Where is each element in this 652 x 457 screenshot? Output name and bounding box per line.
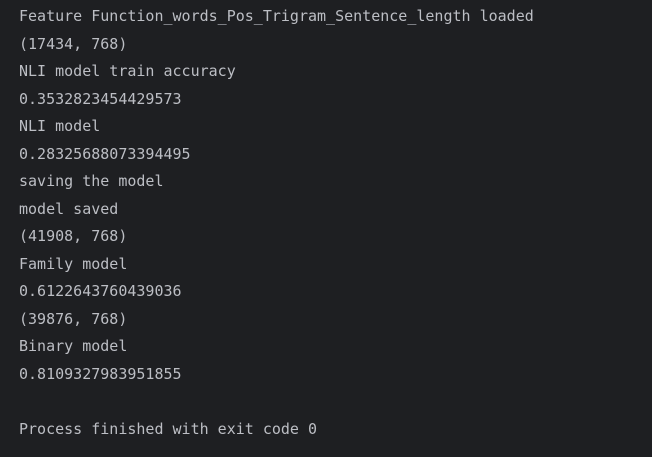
process-exit-message: Process finished with exit code 0 [19, 419, 318, 438]
console-line: model saved [19, 199, 119, 218]
console-line: (17434, 768) [19, 34, 128, 53]
console-line: NLI model [19, 117, 101, 135]
console-line: (41908, 768) [19, 227, 128, 245]
console-line: 0.3532823454429573 [19, 89, 182, 108]
console-line: 0.8109327983951855 [19, 364, 182, 383]
console-line: 0.6122643760439036 [19, 282, 182, 300]
run-console-output[interactable]: Feature Function_words_Pos_Trigram_Sente… [0, 0, 652, 457]
console-line: NLI model train accuracy [19, 62, 236, 80]
console-line: Feature Function_words_Pos_Trigram_Sente… [19, 7, 534, 25]
console-line: (39876, 768) [19, 309, 128, 328]
console-line: saving the model [19, 172, 164, 190]
console-line: Family model [19, 254, 128, 273]
console-line: 0.28325688073394495 [19, 144, 191, 163]
console-line: Binary model [19, 337, 128, 355]
